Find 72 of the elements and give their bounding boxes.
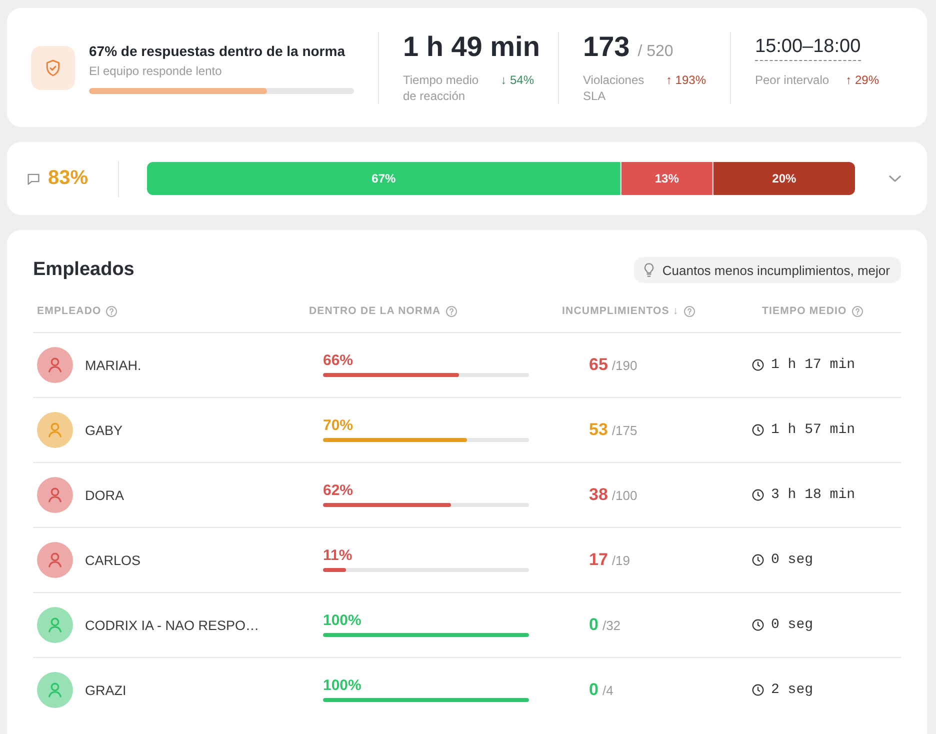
avg-time: 1 h 17 min — [771, 357, 856, 373]
employee-name: CARLOS — [85, 552, 141, 568]
avg-time: 3 h 18 min — [771, 487, 856, 503]
response-rate-value: 83% — [48, 167, 88, 190]
employee-name: DORA — [85, 488, 124, 502]
user-icon — [37, 477, 73, 513]
stat-label: Violaciones SLA — [583, 72, 646, 104]
clock-icon — [752, 684, 764, 696]
stat-label: Tiempo medio de reacción — [403, 72, 480, 104]
interval-value: 15:00–18:00 — [755, 36, 861, 60]
employee-name: MARIAH. — [85, 358, 142, 372]
column-header: EMPLEADO — [37, 304, 102, 319]
stat-delta: ↑ 29% — [846, 72, 879, 88]
summary-title: 67% de respuestas dentro de la norma — [89, 42, 346, 60]
user-icon — [37, 672, 73, 708]
avg-time: 2 seg — [771, 682, 814, 698]
chevron-down-icon — [889, 175, 901, 182]
compliance-percent: 62% — [323, 483, 354, 499]
breach-total: /4 — [602, 683, 614, 698]
help-icon — [446, 306, 457, 316]
clock-icon — [752, 489, 764, 501]
compliance-percent: 100% — [323, 613, 362, 629]
compliance-percent: 100% — [323, 678, 362, 694]
breach-count: 0 — [589, 680, 598, 700]
user-icon — [37, 347, 73, 383]
clock-icon — [752, 359, 764, 371]
breach-total: /100 — [612, 488, 638, 503]
compliance-percent: 70% — [323, 418, 354, 434]
stat-value: 1 h 49 min — [403, 32, 540, 62]
breach-count: 53 — [589, 420, 608, 440]
column-header: TIEMPO MEDIO — [762, 304, 847, 319]
breach-count: 0 — [589, 615, 598, 635]
column-header: INCUMPLIMIENTOS ↓ — [562, 304, 679, 319]
employee-name: CODRIX IA - NAO RESPO… — [85, 618, 260, 632]
avg-time: 0 seg — [771, 552, 814, 568]
stat-label: Peor intervalo — [755, 72, 830, 88]
bar-value-label: 13% — [654, 172, 679, 186]
summary-subtitle: El equipo responde lento — [89, 62, 223, 78]
section-title: Empleados — [33, 259, 134, 281]
compliance-percent: 11% — [323, 548, 352, 564]
chat-icon — [27, 172, 40, 184]
stat-delta: ↓ 54% — [500, 72, 534, 88]
employee-name: GRAZI — [85, 682, 126, 698]
breach-count: 17 — [589, 550, 608, 570]
help-icon — [106, 306, 118, 316]
lightbulb-icon — [644, 263, 654, 277]
breach-total: /32 — [602, 618, 621, 633]
stat-value: 173 — [583, 32, 630, 62]
breach-total: /175 — [612, 423, 638, 438]
avg-time: 1 h 57 min — [771, 422, 856, 438]
breach-total: /19 — [612, 553, 630, 568]
user-icon — [37, 542, 73, 578]
employee-name: GABY — [85, 422, 123, 438]
user-icon — [37, 412, 73, 448]
bar-value-label: 20% — [772, 172, 796, 186]
clock-icon — [752, 554, 764, 566]
shield-icon — [31, 46, 75, 90]
avg-time: 0 seg — [771, 617, 814, 633]
help-icon — [684, 306, 695, 316]
tip-text: Cuantos menos incumplimientos, mejor — [662, 262, 890, 278]
column-header: DENTRO DE LA NORMA — [309, 304, 441, 319]
help-icon — [852, 306, 863, 316]
stat-total: / 520 — [638, 42, 674, 60]
bar-value-label: 67% — [372, 172, 396, 186]
breach-total: /190 — [612, 358, 638, 373]
clock-icon — [752, 424, 764, 436]
user-icon — [37, 607, 73, 643]
breach-count: 38 — [589, 485, 608, 505]
breach-count: 65 — [589, 355, 608, 375]
compliance-percent: 66% — [323, 353, 354, 369]
stat-delta: ↑ 193% — [666, 72, 706, 88]
clock-icon — [752, 619, 764, 631]
